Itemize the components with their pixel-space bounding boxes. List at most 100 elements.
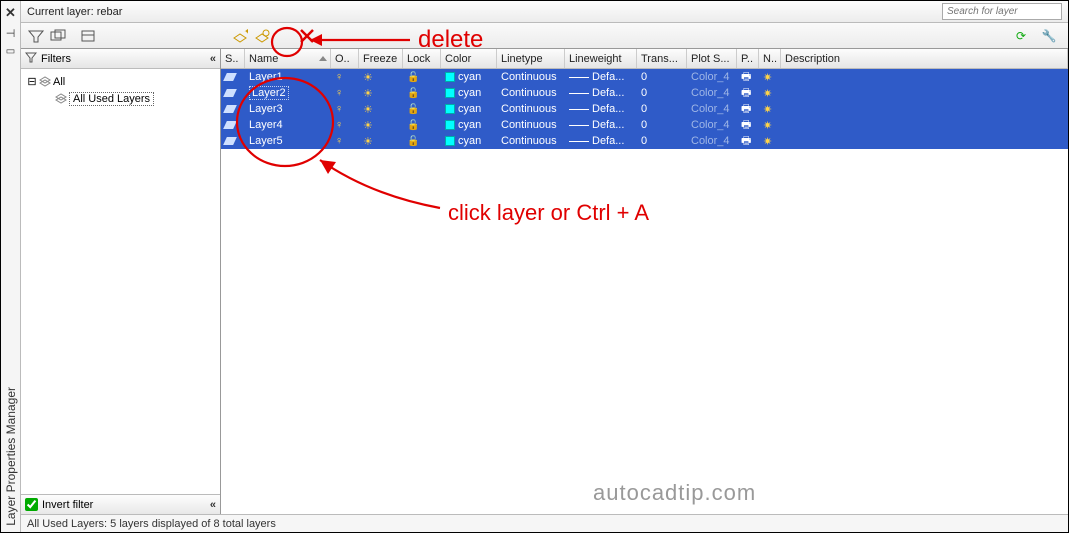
sun-icon[interactable]: ☀	[363, 87, 373, 100]
cell-transparency[interactable]: 0	[637, 85, 687, 101]
col-linetype[interactable]: Linetype	[497, 49, 565, 68]
table-row[interactable]: Layer4 ♀ ☀ 🔓 cyanContinuousDefa...0Color_4🖶 ✷	[221, 117, 1068, 133]
printer-icon[interactable]: 🖶	[741, 85, 751, 101]
new-group-filter-icon[interactable]	[49, 27, 67, 45]
col-freeze[interactable]: Freeze	[359, 49, 403, 68]
cell-linetype[interactable]: Continuous	[497, 133, 565, 149]
cell-name[interactable]: Layer4	[245, 117, 331, 133]
lightbulb-icon[interactable]: ♀	[335, 135, 343, 147]
tree-all-used-layers[interactable]: All Used Layers	[25, 90, 216, 107]
settings-icon[interactable]: 🔧	[1040, 27, 1058, 45]
new-layer-icon[interactable]: ✦	[231, 27, 249, 45]
autohide-pin-icon[interactable]: ⊣	[6, 27, 16, 40]
col-lock[interactable]: Lock	[403, 49, 441, 68]
collapse-filters-icon[interactable]: «	[210, 53, 216, 65]
col-name[interactable]: Name	[245, 49, 331, 68]
col-status[interactable]: S..	[221, 49, 245, 68]
table-header[interactable]: S.. Name O.. Freeze Lock Color Linetype …	[221, 49, 1068, 69]
layer-states-icon[interactable]	[79, 27, 97, 45]
sun-icon[interactable]: ☀	[363, 71, 373, 84]
lightbulb-icon[interactable]: ♀	[335, 87, 343, 99]
cell-lineweight[interactable]: Defa...	[565, 69, 637, 85]
new-vp-freeze-icon[interactable]: ✷	[763, 119, 772, 132]
cell-plotstyle[interactable]: Color_4	[687, 133, 737, 149]
cell-color[interactable]: cyan	[441, 133, 497, 149]
new-layer-vp-frozen-icon[interactable]	[253, 27, 271, 45]
unlock-icon[interactable]: 🔓	[407, 120, 419, 131]
col-on[interactable]: O..	[331, 49, 359, 68]
col-newvp[interactable]: N..	[759, 49, 781, 68]
cell-linetype[interactable]: Continuous	[497, 117, 565, 133]
cell-color[interactable]: cyan	[441, 85, 497, 101]
cell-color[interactable]: cyan	[441, 69, 497, 85]
cell-name[interactable]: Layer1	[245, 69, 331, 85]
cell-transparency[interactable]: 0	[637, 117, 687, 133]
lightbulb-icon[interactable]: ♀	[335, 71, 343, 83]
printer-icon[interactable]: 🖶	[741, 101, 751, 117]
cell-lineweight[interactable]: Defa...	[565, 85, 637, 101]
cell-lineweight[interactable]: Defa...	[565, 117, 637, 133]
col-description[interactable]: Description	[781, 49, 1068, 68]
unlock-icon[interactable]: 🔓	[407, 72, 419, 83]
close-icon[interactable]: ✕	[5, 5, 16, 21]
new-vp-freeze-icon[interactable]: ✷	[763, 135, 772, 148]
new-vp-freeze-icon[interactable]: ✷	[763, 87, 772, 100]
unlock-icon[interactable]: 🔓	[407, 88, 419, 99]
tree-root-all[interactable]: ⊟ All	[25, 73, 216, 90]
cell-name[interactable]: Layer3	[245, 101, 331, 117]
unlock-icon[interactable]: 🔓	[407, 136, 419, 147]
col-plot[interactable]: P..	[737, 49, 759, 68]
sun-icon[interactable]: ☀	[363, 135, 373, 148]
palette-menu-icon[interactable]: ▭	[6, 46, 15, 57]
cell-lineweight[interactable]: Defa...	[565, 101, 637, 117]
delete-layer-button[interactable]	[296, 25, 318, 47]
new-vp-freeze-icon[interactable]: ✷	[763, 103, 772, 116]
cell-plotstyle[interactable]: Color_4	[687, 101, 737, 117]
table-row[interactable]: Layer3 ♀ ☀ 🔓 cyanContinuousDefa...0Color_4🖶 ✷	[221, 101, 1068, 117]
cell-name[interactable]: Layer2	[245, 85, 331, 101]
cell-color[interactable]: cyan	[441, 101, 497, 117]
printer-icon[interactable]: 🖶	[741, 69, 751, 85]
col-lineweight[interactable]: Lineweight	[565, 49, 637, 68]
cell-lineweight[interactable]: Defa...	[565, 133, 637, 149]
cell-plotstyle[interactable]: Color_4	[687, 85, 737, 101]
col-transparency[interactable]: Trans...	[637, 49, 687, 68]
table-row[interactable]: Layer5 ♀ ☀ 🔓 cyanContinuousDefa...0Color_4🖶 ✷	[221, 133, 1068, 149]
cell-linetype[interactable]: Continuous	[497, 69, 565, 85]
lightbulb-icon[interactable]: ♀	[335, 103, 343, 115]
cell-name[interactable]: Layer5	[245, 133, 331, 149]
sun-icon[interactable]: ☀	[363, 119, 373, 132]
cell-plotstyle[interactable]: Color_4	[687, 117, 737, 133]
cell-description[interactable]	[781, 101, 1068, 117]
filters-panel: Filters « ⊟ All All U	[21, 49, 221, 514]
sun-icon[interactable]: ☀	[363, 103, 373, 116]
cell-transparency[interactable]: 0	[637, 69, 687, 85]
printer-icon[interactable]: 🖶	[741, 117, 751, 133]
search-layer-input[interactable]: 🔍	[942, 3, 1062, 20]
cell-description[interactable]	[781, 117, 1068, 133]
col-plotstyle[interactable]: Plot S...	[687, 49, 737, 68]
search-input[interactable]	[947, 6, 1073, 17]
cell-description[interactable]	[781, 133, 1068, 149]
table-row[interactable]: Layer1 ♀ ☀ 🔓 cyanContinuousDefa...0Color_4🖶 ✷	[221, 69, 1068, 85]
refresh-icon[interactable]: ⟳	[1012, 27, 1030, 45]
cell-color[interactable]: cyan	[441, 117, 497, 133]
unlock-icon[interactable]: 🔓	[407, 104, 419, 115]
cell-description[interactable]	[781, 85, 1068, 101]
lightbulb-icon[interactable]: ♀	[335, 119, 343, 131]
cell-linetype[interactable]: Continuous	[497, 101, 565, 117]
cell-linetype[interactable]: Continuous	[497, 85, 565, 101]
table-row[interactable]: Layer2 ♀ ☀ 🔓 cyanContinuousDefa...0Color_4🖶 ✷	[221, 85, 1068, 101]
invert-filter-checkbox[interactable]	[25, 498, 38, 511]
col-color[interactable]: Color	[441, 49, 497, 68]
table-body[interactable]: Layer1♀☀🔓cyanContinuousDefa...0Color_4🖶✷…	[221, 69, 1068, 514]
new-property-filter-icon[interactable]	[27, 27, 45, 45]
cell-description[interactable]	[781, 69, 1068, 85]
cell-plotstyle[interactable]: Color_4	[687, 69, 737, 85]
new-vp-freeze-icon[interactable]: ✷	[763, 71, 772, 84]
cell-transparency[interactable]: 0	[637, 101, 687, 117]
printer-icon[interactable]: 🖶	[741, 133, 751, 149]
collapse-filters-icon-2[interactable]: «	[210, 499, 216, 511]
cell-transparency[interactable]: 0	[637, 133, 687, 149]
filter-tree[interactable]: ⊟ All All Used Layers	[21, 69, 220, 494]
